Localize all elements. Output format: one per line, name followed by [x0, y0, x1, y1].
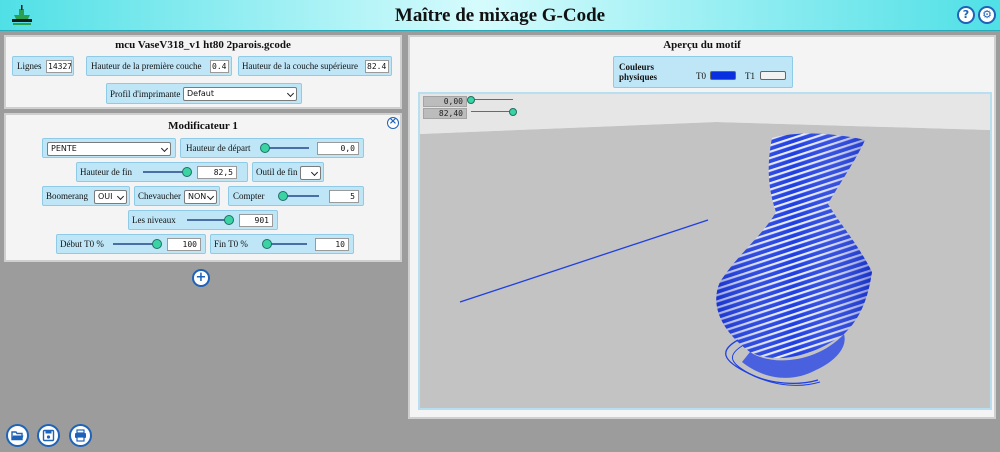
slider-track	[471, 111, 513, 112]
t1-label: T1	[745, 71, 755, 81]
t0-label: T0	[696, 71, 706, 81]
printer-profile-label: Profil d'imprimante	[110, 89, 181, 99]
slider-knob[interactable]	[182, 167, 192, 177]
slider-knob[interactable]	[152, 239, 162, 249]
physical-colors-label: Couleurs physiques	[619, 62, 658, 82]
slider-track	[113, 243, 157, 245]
first-layer-value: 0.4	[210, 60, 229, 73]
end-tool-label: Outil de fin	[256, 167, 298, 177]
end-height-label: Hauteur de fin	[80, 167, 132, 177]
t0-color-swatch[interactable]	[710, 71, 736, 80]
end-t0-label: Fin T0 %	[214, 239, 248, 249]
top-layer-value: 82.4	[365, 60, 389, 73]
first-layer-box: Hauteur de la première couche 0.4	[86, 56, 232, 76]
count-input[interactable]: 5	[329, 190, 359, 203]
top-layer-box: Hauteur de la couche supérieure 82.4	[238, 56, 392, 76]
open-file-button[interactable]	[6, 424, 29, 447]
slider-track	[471, 99, 513, 100]
3d-preview-canvas[interactable]	[420, 94, 990, 408]
modifier-title: Modificateur 1	[168, 120, 238, 132]
first-layer-label: Hauteur de la première couche	[91, 61, 202, 71]
boomerang-label: Boomerang	[46, 191, 88, 201]
end-tool-box: Outil de fin	[252, 162, 324, 182]
folder-open-icon	[11, 431, 24, 441]
help-button[interactable]: ?	[957, 6, 975, 24]
file-info-panel: mcu VaseV318_v1 ht80 2parois.gcode Ligne…	[4, 35, 402, 109]
overlap-box: Chevaucher NON	[134, 186, 220, 206]
lines-count: 143279	[46, 60, 72, 73]
slider-knob[interactable]	[509, 108, 517, 116]
lines-box: Lignes 143279	[12, 56, 74, 76]
app-title: Maître de mixage G-Code	[394, 5, 606, 26]
gcode-filename: mcu VaseV318_v1 ht80 2parois.gcode	[115, 39, 291, 51]
start-t0-label: Début T0 %	[60, 239, 104, 249]
preview-title: Aperçu du motif	[663, 39, 741, 51]
end-t0-box: Fin T0 % 10	[210, 234, 354, 254]
end-tool-select[interactable]	[300, 166, 321, 180]
top-layer-label: Hauteur de la couche supérieure	[242, 61, 358, 71]
slider-knob[interactable]	[260, 143, 270, 153]
start-t0-slider[interactable]	[113, 238, 162, 250]
range-min-slider[interactable]	[467, 95, 513, 105]
levels-input[interactable]: 901	[239, 214, 273, 227]
start-height-input[interactable]: 0,0	[317, 142, 359, 155]
modifier-panel: Modificateur 1 × PENTE Hauteur de départ…	[4, 113, 402, 262]
slider-track	[143, 171, 187, 173]
printer-profile-select[interactable]: Defaut	[183, 87, 297, 101]
slider-track	[265, 147, 309, 149]
start-height-label: Hauteur de départ	[186, 143, 251, 153]
start-t0-box: Début T0 % 100	[56, 234, 206, 254]
start-t0-input[interactable]: 100	[167, 238, 201, 251]
modifier-close-button[interactable]: ×	[387, 117, 399, 129]
end-t0-input[interactable]: 10	[315, 238, 349, 251]
save-icon	[42, 429, 55, 442]
slider-knob[interactable]	[223, 215, 234, 225]
range-max-input[interactable]: 82,40	[423, 108, 467, 119]
modifier-type-box: PENTE	[42, 138, 176, 158]
end-height-box: Hauteur de fin 82,5	[76, 162, 248, 182]
print-icon	[75, 429, 86, 442]
count-label: Compter	[233, 191, 265, 201]
settings-gear-button[interactable]: ⚙	[978, 6, 996, 24]
physical-colors-box: Couleurs physiques T0 T1	[613, 56, 793, 88]
end-t0-slider[interactable]	[262, 238, 307, 250]
slider-knob[interactable]	[262, 239, 273, 249]
start-height-slider[interactable]	[260, 142, 309, 154]
lines-label: Lignes	[17, 61, 42, 71]
print-bed	[420, 122, 990, 408]
count-slider[interactable]	[278, 190, 319, 202]
range-min-input[interactable]: 0,00	[423, 96, 467, 107]
modifier-type-select[interactable]: PENTE	[47, 142, 171, 156]
start-height-box: Hauteur de départ 0,0	[180, 138, 364, 158]
overlap-label: Chevaucher	[138, 191, 181, 201]
end-height-slider[interactable]	[143, 166, 192, 178]
levels-label: Les niveaux	[132, 215, 176, 225]
printer-profile-box: Profil d'imprimante Defaut	[106, 83, 302, 104]
boomerang-box: Boomerang OUI	[42, 186, 130, 206]
count-box: Compter 5	[228, 186, 364, 206]
slider-knob[interactable]	[278, 191, 288, 201]
levels-box: Les niveaux 901	[128, 210, 278, 230]
print-button[interactable]	[69, 424, 92, 447]
add-modifier-button[interactable]: +	[192, 269, 210, 287]
slider-knob[interactable]	[467, 96, 475, 104]
range-max-slider[interactable]	[471, 107, 517, 117]
boomerang-select[interactable]: OUI	[94, 190, 127, 204]
t1-color-swatch[interactable]	[760, 71, 786, 80]
levels-slider[interactable]	[187, 214, 234, 226]
overlap-select[interactable]: NON	[184, 190, 217, 204]
app-header: Maître de mixage G-Code ? ⚙	[0, 0, 1000, 31]
3d-preview-viewport[interactable]: 0,00 82,40	[418, 92, 992, 410]
end-height-input[interactable]: 82,5	[197, 166, 237, 179]
save-button[interactable]	[37, 424, 60, 447]
